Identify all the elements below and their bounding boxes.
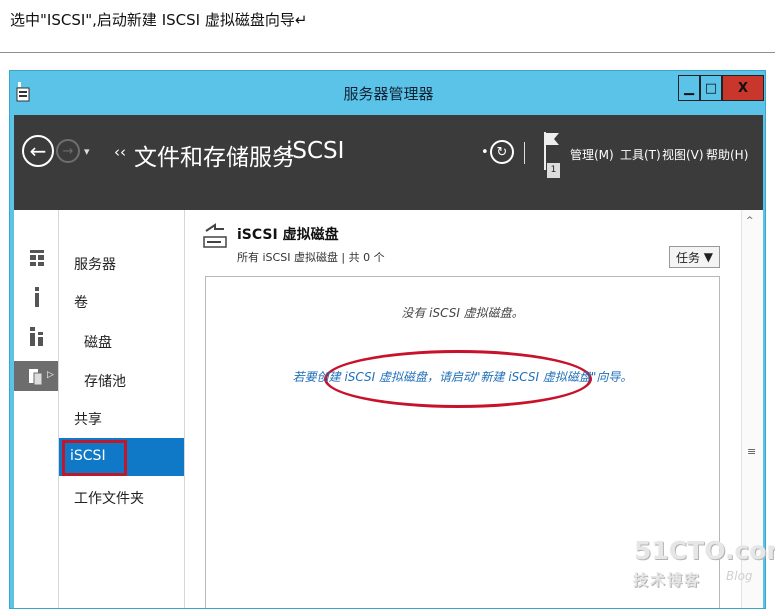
nav-item-storage-pools[interactable]: 存储池	[84, 371, 126, 391]
nav-item-servers[interactable]: 服务器	[74, 254, 116, 274]
scroll-up-icon[interactable]: ^	[746, 216, 754, 226]
nav-item-shares[interactable]: 共享	[74, 409, 102, 429]
iscsi-disk-icon	[203, 223, 227, 248]
empty-state-message: 没有 iSCSI 虚拟磁盘。	[401, 306, 524, 320]
local-server-icon[interactable]	[20, 282, 54, 312]
history-dropdown-icon[interactable]: ▾	[84, 145, 90, 158]
navigation-bar: ← → ▾ ‹‹ 文件和存储服务 › iSCSI • ↻ 1 管理(M) 工具(…	[14, 115, 763, 210]
server-manager-window: 服务器管理器 ▁ □ X ← → ▾ ‹‹ 文件和存储服务 › iSCSI • …	[9, 70, 766, 609]
watermark-blog: Blog	[726, 569, 753, 583]
section-title: iSCSI 虚拟磁盘	[237, 227, 339, 243]
watermark-logo: 51CTO.com	[634, 536, 775, 565]
section-subtitle: 所有 iSCSI 虚拟磁盘 | 共 0 个	[237, 251, 385, 264]
breadcrumb-overflow[interactable]: ‹‹	[114, 143, 126, 161]
document-divider	[0, 52, 775, 53]
menu-tools[interactable]: 工具(T)	[620, 146, 661, 163]
nav-item-iscsi-label: iSCSI	[70, 448, 106, 464]
expand-arrow-icon: ▷	[47, 370, 54, 380]
back-arrow-icon[interactable]: ←	[22, 135, 54, 167]
all-servers-icon[interactable]	[20, 321, 54, 351]
nav-item-work-folders[interactable]: 工作文件夹	[74, 488, 144, 508]
breadcrumb-file-storage[interactable]: 文件和存储服务	[134, 138, 295, 172]
document-caption: 选中"ISCSI",启动新建 ISCSI 虚拟磁盘向导↵	[10, 11, 308, 29]
file-storage-glyph	[29, 369, 43, 386]
watermark-subtitle: 技术博客	[633, 571, 702, 589]
menu-view[interactable]: 视图(V)	[662, 146, 704, 163]
chevron-down-icon: ▼	[703, 250, 713, 264]
nav-item-volumes[interactable]: 卷	[74, 292, 88, 312]
nav-dot: •	[481, 145, 489, 160]
menu-manage[interactable]: 管理(M)	[570, 146, 614, 163]
local-server-glyph	[35, 287, 39, 307]
all-servers-glyph	[30, 327, 43, 346]
left-icon-rail: ▷	[14, 210, 59, 608]
maximize-button[interactable]: □	[700, 75, 722, 101]
forward-arrow-icon[interactable]: →	[56, 139, 80, 163]
tasks-label: 任务	[676, 250, 701, 265]
tasks-dropdown[interactable]: 任务 ▼	[669, 246, 720, 268]
file-storage-icon[interactable]: ▷	[14, 361, 58, 391]
storage-navigation-panel: 服务器 卷 磁盘 存储池 共享 iSCSI 工作文件夹	[59, 210, 185, 608]
create-iscsi-disk-link[interactable]: 若要创建 iSCSI 虚拟磁盘，请启动"新建 iSCSI 虚拟磁盘"向导。	[206, 368, 719, 385]
breadcrumb-iscsi: iSCSI	[286, 138, 345, 164]
notification-count-badge: 1	[547, 163, 560, 178]
title-bar: 服务器管理器 ▁ □ X	[10, 71, 765, 115]
scroll-grip-icon[interactable]: ≡	[747, 445, 756, 458]
nav-item-iscsi[interactable]: iSCSI	[59, 438, 184, 476]
dashboard-glyph	[30, 250, 44, 266]
nav-item-disks[interactable]: 磁盘	[84, 332, 112, 352]
refresh-icon[interactable]: ↻	[490, 140, 514, 164]
nav-divider	[524, 142, 525, 164]
minimize-button[interactable]: ▁	[678, 75, 700, 101]
dashboard-icon[interactable]	[20, 243, 54, 273]
menu-help[interactable]: 帮助(H)	[706, 146, 748, 163]
close-button[interactable]: X	[722, 75, 764, 101]
breadcrumb-separator: ›	[273, 145, 278, 159]
window-title: 服务器管理器	[343, 85, 434, 103]
